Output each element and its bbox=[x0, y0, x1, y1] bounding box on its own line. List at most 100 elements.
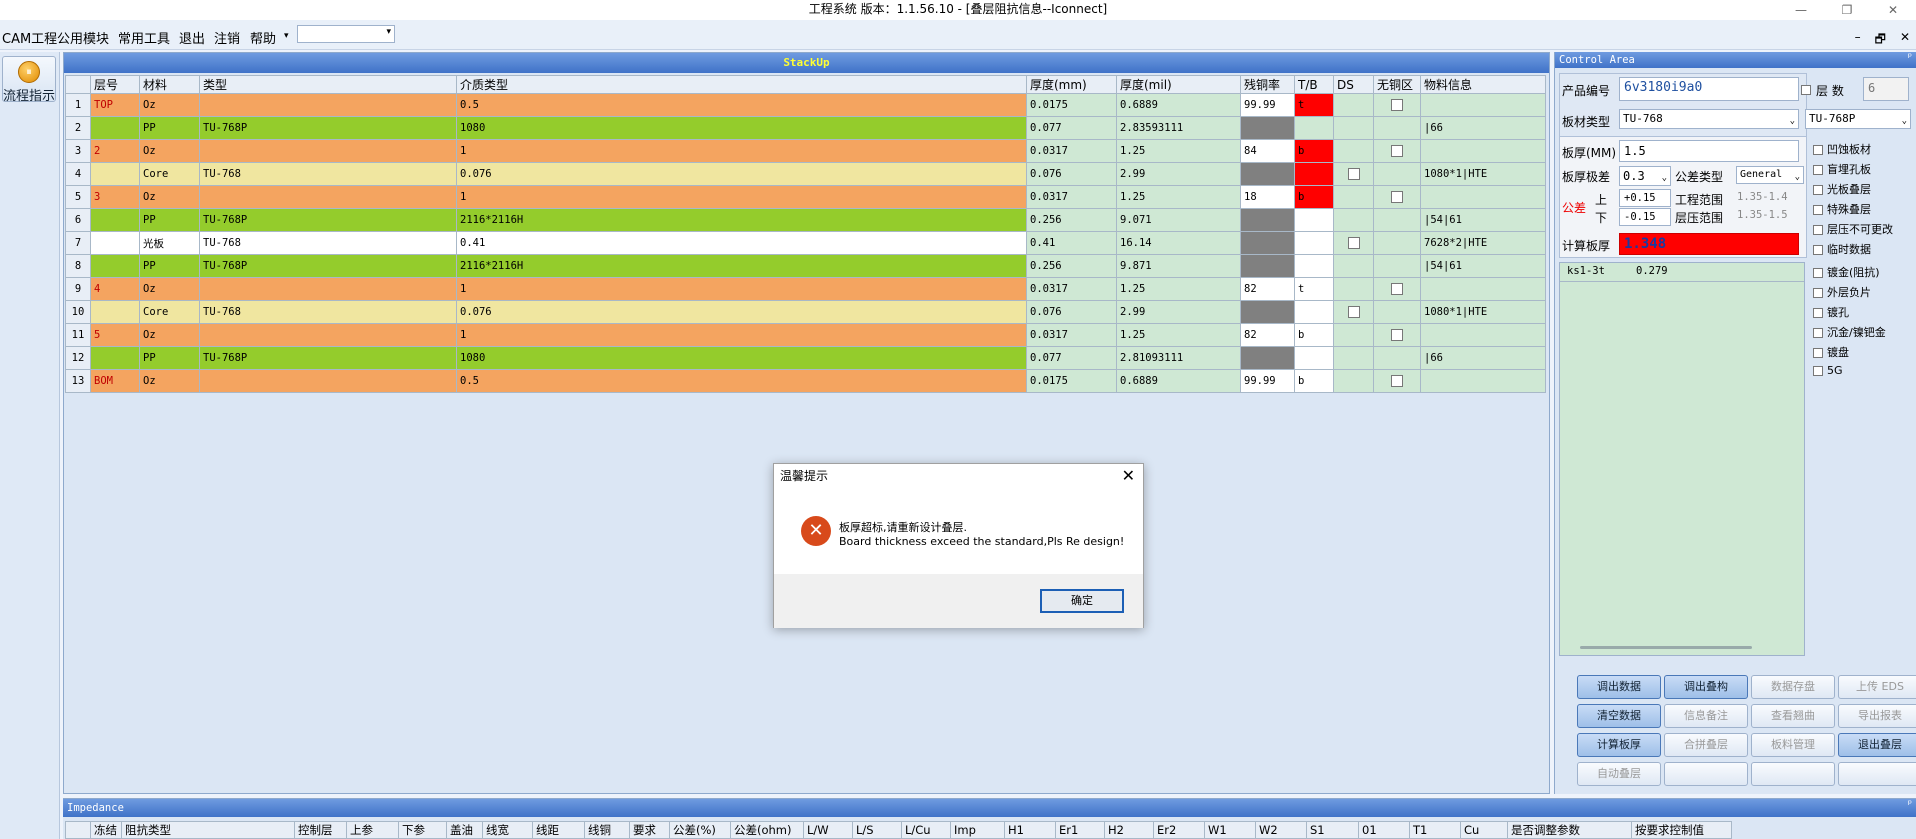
thickness-mm-cell[interactable]: 0.076 bbox=[1026, 300, 1117, 324]
row-number[interactable]: 3 bbox=[65, 139, 91, 163]
copper-ratio-cell[interactable]: 18 bbox=[1240, 185, 1295, 209]
layers-checkbox[interactable] bbox=[1801, 83, 1815, 96]
no-copper-cell[interactable] bbox=[1373, 300, 1421, 324]
type-cell[interactable]: TU-768P bbox=[199, 208, 457, 232]
thickness-mm-cell[interactable]: 0.076 bbox=[1026, 162, 1117, 186]
ds-checkbox[interactable] bbox=[1347, 168, 1360, 180]
stackup-row[interactable]: 5 3 Oz 1 0.0317 1.25 18 b bbox=[65, 185, 1546, 209]
option-checkbox[interactable]: 盲埋孔板 bbox=[1813, 161, 1871, 177]
copper-ratio-cell[interactable] bbox=[1240, 208, 1295, 232]
layer-cell[interactable] bbox=[90, 254, 140, 278]
stackup-col-6[interactable]: 厚度(mil) bbox=[1116, 75, 1241, 94]
medium-cell[interactable]: 1 bbox=[456, 139, 1027, 163]
material-cell[interactable]: Oz bbox=[139, 369, 200, 393]
material-info-cell[interactable]: |66 bbox=[1420, 346, 1546, 370]
tb-cell[interactable] bbox=[1294, 231, 1334, 255]
impedance-col-19[interactable]: H2 bbox=[1104, 821, 1154, 839]
layer-cell[interactable] bbox=[90, 116, 140, 140]
option-checkbox[interactable]: 外层负片 bbox=[1813, 284, 1871, 300]
tb-cell[interactable]: b bbox=[1294, 139, 1334, 163]
copper-ratio-cell[interactable] bbox=[1240, 254, 1295, 278]
layers-input[interactable]: 6 bbox=[1863, 77, 1909, 101]
option-checkbox[interactable]: 特殊叠层 bbox=[1813, 201, 1871, 217]
impedance-col-2[interactable]: 阻抗类型 bbox=[121, 821, 295, 839]
copper-ratio-cell[interactable] bbox=[1240, 346, 1295, 370]
no-copper-cell[interactable] bbox=[1373, 231, 1421, 255]
thickness-mil-cell[interactable]: 9.871 bbox=[1116, 254, 1241, 278]
horizontal-scrollbar[interactable] bbox=[1580, 646, 1752, 649]
impedance-col-24[interactable]: 01 bbox=[1358, 821, 1410, 839]
action-button[interactable]: 清空数据 bbox=[1577, 704, 1661, 728]
material-info-cell[interactable] bbox=[1420, 323, 1546, 347]
checkbox-box[interactable] bbox=[1813, 165, 1823, 175]
tb-cell[interactable]: b bbox=[1294, 185, 1334, 209]
type-cell[interactable] bbox=[199, 93, 457, 117]
material-cell[interactable]: Oz bbox=[139, 185, 200, 209]
option-checkbox[interactable]: 凹蚀板材 bbox=[1813, 141, 1871, 157]
material-info-cell[interactable] bbox=[1420, 277, 1546, 301]
impedance-col-22[interactable]: W2 bbox=[1255, 821, 1307, 839]
action-button[interactable]: 数据存盘 bbox=[1751, 675, 1835, 699]
medium-cell[interactable]: 0.5 bbox=[456, 369, 1027, 393]
thickness-mm-cell[interactable]: 0.0317 bbox=[1026, 139, 1117, 163]
impedance-col-18[interactable]: Er1 bbox=[1055, 821, 1105, 839]
material-info-cell[interactable]: 1080*1|HTE bbox=[1420, 162, 1546, 186]
layer-cell[interactable]: 4 bbox=[90, 277, 140, 301]
no-copper-cell[interactable] bbox=[1373, 254, 1421, 278]
material-info-cell[interactable]: 7628*2|HTE bbox=[1420, 231, 1546, 255]
stackup-row[interactable]: 11 5 Oz 1 0.0317 1.25 82 b bbox=[65, 323, 1546, 347]
material-info-cell[interactable] bbox=[1420, 139, 1546, 163]
action-button[interactable]: 退出叠层 bbox=[1838, 733, 1916, 757]
impedance-col-9[interactable]: 线铜 bbox=[584, 821, 630, 839]
layer-cell[interactable] bbox=[90, 231, 140, 255]
no-copper-cell[interactable] bbox=[1373, 346, 1421, 370]
option-checkbox[interactable]: 镀盘 bbox=[1813, 344, 1849, 360]
stackup-row[interactable]: 7 光板 TU-768 0.41 0.41 16.14 7628*2|HTE bbox=[65, 231, 1546, 255]
checkbox-box[interactable] bbox=[1813, 185, 1823, 195]
material-info-cell[interactable]: |54|61 bbox=[1420, 254, 1546, 278]
upper-tol-input[interactable]: +0.15 bbox=[1619, 189, 1671, 207]
no-copper-cell[interactable] bbox=[1373, 116, 1421, 140]
mdi-minimize-button[interactable]: – bbox=[1855, 30, 1861, 51]
flow-indicator-button[interactable]: ⏸ 流程指示 bbox=[2, 56, 56, 104]
action-button[interactable]: 计算板厚 bbox=[1577, 733, 1661, 757]
option-checkbox[interactable]: 镀孔 bbox=[1813, 304, 1849, 320]
toolbar-combo[interactable]: ▾ bbox=[297, 25, 395, 43]
thickness-mil-cell[interactable]: 2.99 bbox=[1116, 162, 1241, 186]
row-number[interactable]: 9 bbox=[65, 277, 91, 301]
tb-cell[interactable] bbox=[1294, 300, 1334, 324]
stackup-row[interactable]: 8 PP TU-768P 2116*2116H 0.256 9.871 |54|61 bbox=[65, 254, 1546, 278]
option-checkbox[interactable]: 临时数据 bbox=[1813, 241, 1871, 257]
ok-button[interactable]: 确定 bbox=[1040, 589, 1124, 613]
thickness-level-select[interactable]: 0.3 ⌄ bbox=[1619, 166, 1671, 186]
thickness-mil-cell[interactable]: 0.6889 bbox=[1116, 369, 1241, 393]
dialog-close-button[interactable]: ✕ bbox=[1122, 466, 1135, 485]
lower-tol-input[interactable]: -0.15 bbox=[1619, 208, 1671, 226]
ds-cell[interactable] bbox=[1333, 369, 1374, 393]
no-copper-cell[interactable] bbox=[1373, 277, 1421, 301]
material-cell[interactable]: Oz bbox=[139, 93, 200, 117]
stackup-col-7[interactable]: 残铜率 bbox=[1240, 75, 1295, 94]
row-number[interactable]: 10 bbox=[65, 300, 91, 324]
material-cell[interactable]: Oz bbox=[139, 139, 200, 163]
ds-cell[interactable] bbox=[1333, 93, 1374, 117]
thickness-mil-cell[interactable]: 1.25 bbox=[1116, 277, 1241, 301]
ds-checkbox[interactable] bbox=[1347, 306, 1360, 318]
impedance-col-17[interactable]: H1 bbox=[1004, 821, 1056, 839]
medium-cell[interactable]: 1 bbox=[456, 185, 1027, 209]
maximize-button[interactable]: ❐ bbox=[1824, 0, 1870, 20]
type-cell[interactable] bbox=[199, 369, 457, 393]
impedance-col-25[interactable]: T1 bbox=[1409, 821, 1461, 839]
stackup-col-3[interactable]: 类型 bbox=[199, 75, 457, 94]
no-copper-cell[interactable] bbox=[1373, 369, 1421, 393]
pp-select[interactable]: TU-768P ⌄ bbox=[1805, 109, 1911, 129]
menu-help[interactable]: 帮助 bbox=[250, 28, 276, 47]
option-checkbox[interactable]: 5G bbox=[1813, 364, 1843, 377]
pin-icon[interactable]: ᵖ bbox=[1908, 799, 1912, 810]
stackup-row[interactable]: 4 Core TU-768 0.076 0.076 2.99 1080*1|HTE bbox=[65, 162, 1546, 186]
material-info-cell[interactable] bbox=[1420, 185, 1546, 209]
row-number[interactable]: 12 bbox=[65, 346, 91, 370]
option-checkbox[interactable]: 沉金/镍钯金 bbox=[1813, 324, 1886, 340]
material-cell[interactable]: PP bbox=[139, 254, 200, 278]
thickness-mm-cell[interactable]: 0.256 bbox=[1026, 254, 1117, 278]
